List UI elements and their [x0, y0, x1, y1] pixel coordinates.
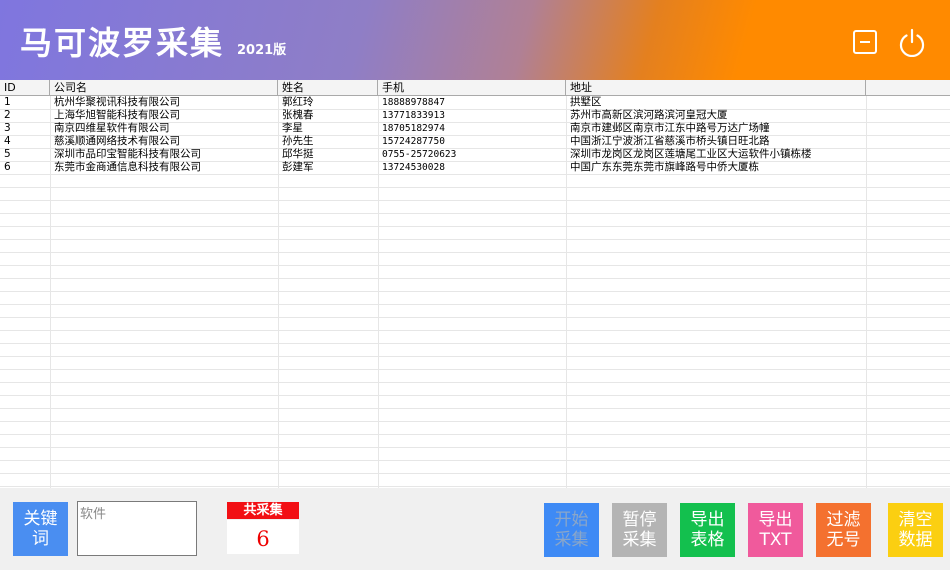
table-row[interactable]: 6 东莞市金商通信息科技有限公司 彭建军 13724530028 中国广东东莞东莞市旗峰…	[0, 161, 950, 174]
cell-phone: 18888978847	[382, 97, 445, 108]
cell-address: 南京市建邺区南京市江东中路号万达广场幢	[570, 122, 770, 134]
table-row[interactable]: 4 慈溪顺通网络技术有限公司 孙先生 15724287750 中国浙江宁波浙江省慈溪市桥…	[0, 135, 950, 148]
cell-phone: 18705182974	[382, 123, 445, 134]
cell-company: 南京四维星软件有限公司	[54, 122, 170, 134]
column-header-name[interactable]: 姓名	[278, 80, 378, 96]
cell-address: 苏州市高新区滨河路滨河皇冠大厦	[570, 109, 728, 121]
cell-company: 东莞市金商通信息科技有限公司	[54, 161, 201, 173]
app-version: 2021版	[237, 43, 287, 58]
cell-address: 拱墅区	[570, 96, 602, 108]
column-header-id[interactable]: ID	[0, 80, 50, 96]
cell-name: 彭建军	[282, 161, 314, 173]
cell-phone: 13724530028	[382, 162, 445, 173]
app-title: 马可波罗采集	[20, 24, 225, 62]
cell-phone: 15724287750	[382, 136, 445, 147]
export-table-button[interactable]: 导出 表格	[680, 503, 735, 557]
column-header-blank	[866, 80, 950, 96]
clear-data-button[interactable]: 清空 数据	[888, 503, 943, 557]
cell-address: 中国浙江宁波浙江省慈溪市桥头镇日旺北路	[570, 135, 770, 147]
count-label: 共采集	[227, 502, 299, 519]
cell-id: 5	[4, 148, 11, 160]
cell-address: 中国广东东莞东莞市旗峰路号中侨大厦栋	[570, 161, 759, 173]
cell-name: 邱华挺	[282, 148, 314, 160]
close-button[interactable]	[897, 27, 925, 58]
cell-name: 孙先生	[282, 135, 314, 147]
cell-phone: 13771833913	[382, 110, 445, 121]
table-row[interactable]: 2 上海华旭智能科技有限公司 张槐春 13771833913 苏州市高新区滨河路滨河皇冠…	[0, 109, 950, 122]
cell-name: 郭红玲	[282, 96, 314, 108]
cell-phone: 0755-25720623	[382, 149, 457, 160]
start-collect-button[interactable]: 开始 采集	[544, 503, 599, 557]
results-table[interactable]: ID 公司名 姓名 手机 地址 1 杭州华聚视讯科技有限公司 郭红玲 18888978…	[0, 80, 950, 488]
cell-name: 李星	[282, 122, 303, 134]
cell-company: 杭州华聚视讯科技有限公司	[54, 96, 180, 108]
cell-company: 深圳市品印宝智能科技有限公司	[54, 148, 201, 160]
filter-no-phone-button[interactable]: 过滤 无号	[816, 503, 871, 557]
keyword-button[interactable]: 关键 词	[13, 502, 68, 556]
column-header-address[interactable]: 地址	[566, 80, 866, 96]
pause-collect-button[interactable]: 暂停 采集	[612, 503, 667, 557]
count-value: 6	[227, 520, 299, 554]
cell-company: 上海华旭智能科技有限公司	[54, 109, 180, 121]
cell-id: 2	[4, 109, 11, 121]
cell-id: 6	[4, 161, 11, 173]
title-bar: 马可波罗采集 2021版	[0, 0, 950, 80]
table-row[interactable]: 3 南京四维星软件有限公司 李星 18705182974 南京市建邺区南京市江东中路号万…	[0, 122, 950, 135]
minimize-icon	[853, 30, 877, 54]
export-txt-button[interactable]: 导出 TXT	[748, 503, 803, 557]
table-header: ID 公司名 姓名 手机 地址	[0, 80, 950, 96]
cell-address: 深圳市龙岗区龙岗区莲塘尾工业区大运软件小镇栋楼	[570, 148, 812, 160]
column-header-company[interactable]: 公司名	[50, 80, 278, 96]
cell-id: 1	[4, 96, 11, 108]
table-row[interactable]: 1 杭州华聚视讯科技有限公司 郭红玲 18888978847 拱墅区	[0, 96, 950, 109]
table-row[interactable]: 5 深圳市品印宝智能科技有限公司 邱华挺 0755-25720623 深圳市龙岗区龙岗区…	[0, 148, 950, 161]
cell-name: 张槐春	[282, 109, 314, 121]
minimize-button[interactable]	[851, 27, 879, 55]
keyword-input[interactable]	[77, 501, 197, 556]
power-icon	[899, 28, 925, 58]
cell-id: 4	[4, 135, 11, 147]
cell-id: 3	[4, 122, 11, 134]
column-header-phone[interactable]: 手机	[378, 80, 566, 96]
cell-company: 慈溪顺通网络技术有限公司	[54, 135, 180, 147]
